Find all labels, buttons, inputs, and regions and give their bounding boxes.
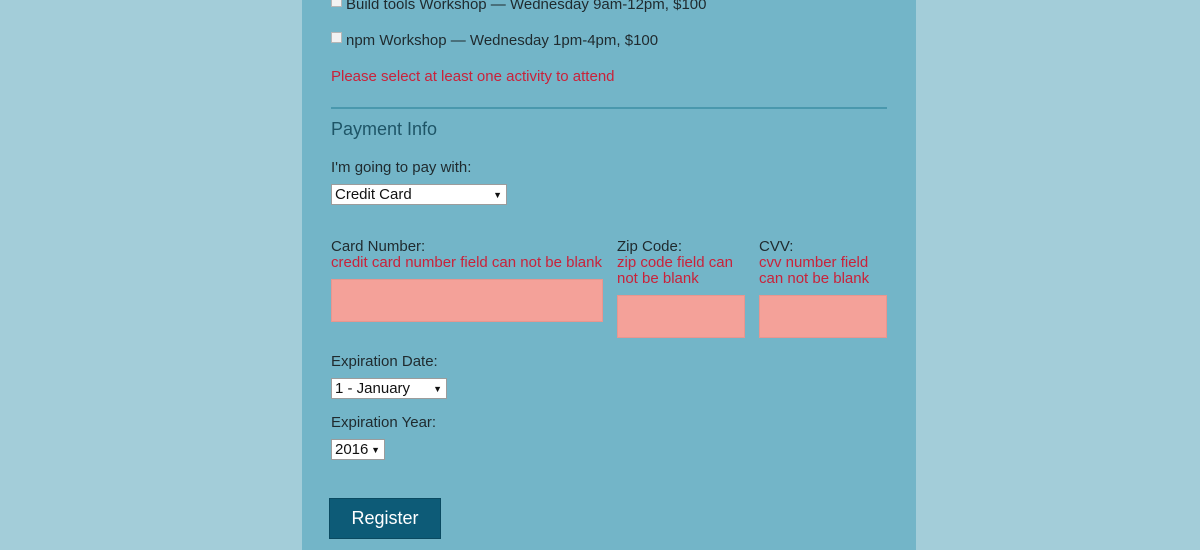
chevron-down-icon: ▼ xyxy=(371,444,380,455)
build-tools-label: Build tools Workshop — Wednesday 9am-12p… xyxy=(346,0,707,13)
cvv-input[interactable] xyxy=(759,295,887,338)
exp-month-value: 1 - January xyxy=(335,379,411,397)
cvv-error-line2: can not be blank xyxy=(759,270,870,287)
zip-code-input[interactable] xyxy=(617,295,745,338)
activities-error: Please select at least one activity to a… xyxy=(331,68,615,85)
payment-method-value: Credit Card xyxy=(335,185,412,203)
zip-code-error-line1: zip code field can xyxy=(617,254,733,271)
chevron-down-icon: ▼ xyxy=(493,189,502,200)
card-number-input[interactable] xyxy=(331,279,603,322)
exp-year-select[interactable]: 2016 ▼ xyxy=(331,439,385,460)
build-tools-checkbox[interactable] xyxy=(331,0,342,7)
zip-code-label: Zip Code: xyxy=(617,238,683,255)
exp-date-label: Expiration Date: xyxy=(331,353,438,370)
activity-build-tools[interactable]: Build tools Workshop — Wednesday 9am-12p… xyxy=(331,0,706,13)
exp-year-label: Expiration Year: xyxy=(331,414,437,431)
card-number-error: credit card number field can not be blan… xyxy=(331,254,602,271)
cvv-error-line1: cvv number field xyxy=(759,254,869,271)
activity-npm[interactable]: npm Workshop — Wednesday 1pm-4pm, $100 xyxy=(331,32,658,49)
exp-month-select[interactable]: 1 - January ▼ xyxy=(331,378,447,399)
pay-with-label: I'm going to pay with: xyxy=(331,159,472,176)
npm-label: npm Workshop — Wednesday 1pm-4pm, $100 xyxy=(346,32,659,49)
payment-method-select[interactable]: Credit Card ▼ xyxy=(331,184,507,205)
card-number-label: Card Number: xyxy=(331,238,426,255)
section-divider xyxy=(331,107,887,109)
zip-code-error-line2: not be blank xyxy=(617,270,699,287)
chevron-down-icon: ▼ xyxy=(433,383,442,394)
cvv-label: CVV: xyxy=(759,238,794,255)
exp-year-value: 2016 xyxy=(335,440,369,458)
payment-heading: Payment Info xyxy=(331,119,438,139)
npm-checkbox[interactable] xyxy=(331,32,342,43)
register-button[interactable]: Register xyxy=(329,498,441,539)
